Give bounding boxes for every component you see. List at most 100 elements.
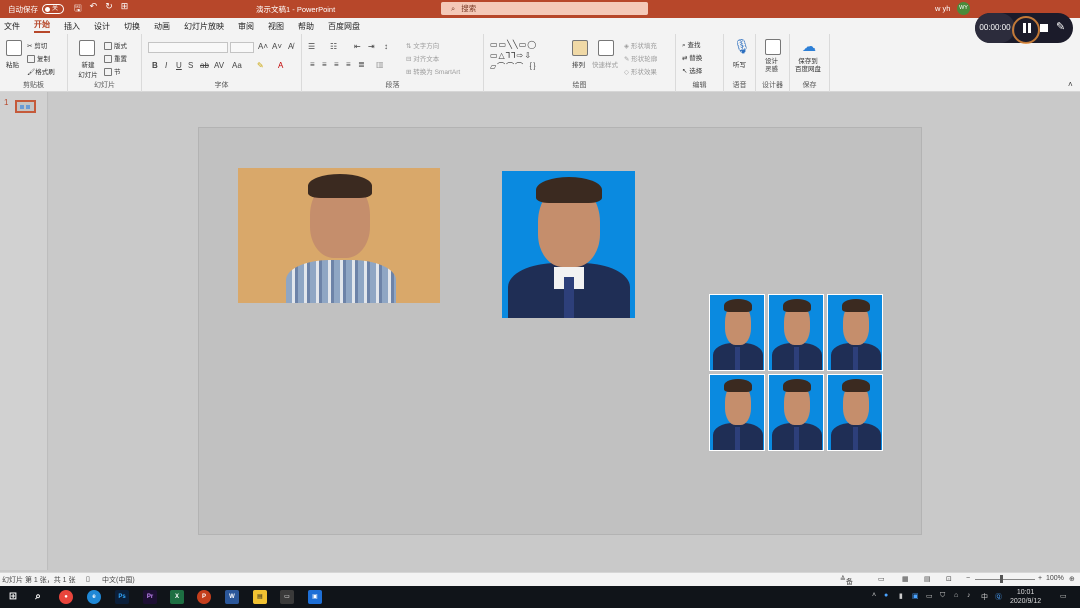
photoshop-icon[interactable]: Ps (115, 590, 129, 604)
id-photo-3[interactable] (827, 294, 883, 371)
avatar[interactable]: WY (957, 2, 970, 15)
portrait-photo-id[interactable] (502, 171, 635, 318)
underline-icon[interactable]: U (176, 61, 182, 70)
app-window-icon[interactable]: ▭ (280, 590, 294, 604)
smartart-button[interactable]: ⊞ 转换为 SmartArt (406, 66, 460, 76)
find-button[interactable]: ⌕ 查找 (682, 39, 700, 50)
app-yellow-icon[interactable]: ▤ (253, 590, 267, 604)
bold-icon[interactable]: B (152, 61, 158, 70)
char-spacing-icon[interactable]: AV (214, 61, 224, 70)
id-photo-5[interactable] (768, 374, 824, 451)
network-icon[interactable]: ⌂ (954, 592, 958, 599)
paste-button[interactable]: 粘贴 (6, 59, 19, 69)
reading-view-icon[interactable]: ▤ (924, 575, 931, 583)
decrease-font-icon[interactable]: A˅ (272, 42, 282, 51)
font-size-select[interactable] (230, 42, 254, 53)
text-direction-button[interactable]: ⇅ 文字方向 (406, 40, 439, 50)
new-slide-icon[interactable] (79, 40, 95, 56)
stop-icon[interactable] (1040, 24, 1048, 32)
align-left-icon[interactable]: ≡ (310, 60, 315, 69)
tab-animations[interactable]: 动画 (154, 21, 170, 32)
baidu-cloud-icon[interactable]: ☁ (802, 38, 816, 55)
tab-home[interactable]: 开始 (34, 19, 50, 33)
recorder-app-icon[interactable]: ▣ (308, 590, 322, 604)
tab-view[interactable]: 视图 (268, 21, 284, 32)
undo-icon[interactable]: ↶ (90, 1, 98, 17)
slideshow-view-icon[interactable]: ⊡ (946, 575, 952, 583)
notes-button[interactable]: ≙ 备注 (840, 575, 853, 596)
tab-file[interactable]: 文件 (4, 21, 20, 32)
align-right-icon[interactable]: ≡ (334, 60, 339, 69)
redo-icon[interactable]: ↻ (105, 1, 113, 17)
id-photo-grid[interactable] (709, 294, 886, 452)
clear-format-icon[interactable]: A̸ (288, 42, 293, 51)
tab-design[interactable]: 设计 (94, 21, 110, 32)
excel-icon[interactable]: X (170, 590, 184, 604)
zoom-slider-thumb[interactable] (1000, 575, 1003, 583)
decrease-indent-icon[interactable]: ⇤ (354, 42, 361, 51)
align-center-icon[interactable]: ≡ (322, 60, 327, 69)
columns-icon[interactable]: ▥ (376, 60, 384, 69)
notification-icon[interactable]: ▭ (1060, 592, 1067, 600)
font-family-select[interactable] (148, 42, 228, 53)
increase-indent-icon[interactable]: ⇥ (368, 42, 375, 51)
tray-chevron-icon[interactable]: ˄ (872, 592, 876, 599)
tray-q-icon[interactable]: Ⓠ (995, 592, 1002, 602)
normal-view-icon[interactable]: ▭ (878, 575, 885, 583)
zoom-slider[interactable] (975, 579, 1035, 580)
shadow-icon[interactable]: S (188, 61, 193, 70)
tab-baidu[interactable]: 百度网盘 (328, 21, 360, 32)
autosave-toggle[interactable]: 关 (42, 4, 64, 14)
id-photo-4[interactable] (709, 374, 765, 451)
change-case-icon[interactable]: Aa (232, 61, 242, 70)
paste-icon[interactable] (6, 40, 22, 56)
slide-sorter-icon[interactable]: ▦ (902, 575, 909, 583)
id-photo-6[interactable] (827, 374, 883, 451)
shape-fill-button[interactable]: ◈ 形状填充 (624, 40, 657, 50)
powerpoint-icon[interactable]: P (197, 590, 211, 604)
zoom-level[interactable]: 100% (1046, 575, 1064, 582)
premiere-icon[interactable]: Pr (143, 590, 157, 604)
reset-button[interactable]: 重置 (104, 53, 127, 64)
format-painter-button[interactable]: 🖌格式刷 (27, 66, 55, 76)
zoom-in-icon[interactable]: + (1038, 575, 1042, 582)
copy-button[interactable]: 复制 (27, 53, 50, 64)
microphone-tray-icon[interactable]: ▮ (899, 592, 903, 600)
collapse-ribbon-icon[interactable]: ˄ (1068, 80, 1073, 89)
font-color-icon[interactable]: A (278, 61, 283, 70)
design-ideas-button[interactable]: 设计 灵感 (765, 58, 778, 74)
battery-icon[interactable]: ▭ (926, 592, 933, 600)
id-photo-1[interactable] (709, 294, 765, 371)
new-slide-button[interactable]: 新建 幻灯片 (74, 59, 102, 79)
portrait-photo-casual[interactable] (238, 168, 440, 303)
autosave-control[interactable]: 自动保存 关 (8, 4, 64, 15)
word-icon[interactable]: W (225, 590, 239, 604)
section-button[interactable]: 节 (104, 66, 121, 77)
bullets-icon[interactable]: ☰ (308, 42, 315, 51)
quick-styles-icon[interactable] (598, 40, 614, 56)
shape-effects-button[interactable]: ◇ 形状效果 (624, 66, 657, 76)
tab-transitions[interactable]: 切换 (124, 21, 140, 32)
arrange-button[interactable]: 排列 (572, 59, 585, 69)
cut-button[interactable]: ✂ 剪切 (27, 40, 47, 50)
tab-insert[interactable]: 插入 (64, 21, 80, 32)
ime-indicator[interactable]: 中 (981, 592, 988, 602)
slide-thumbnail[interactable] (15, 100, 36, 113)
layout-button[interactable]: 版式 (104, 40, 127, 51)
select-button[interactable]: ↖ 选择 (682, 65, 702, 75)
pen-icon[interactable]: ✎ (1056, 20, 1065, 33)
language-status[interactable]: 中文(中国) (102, 575, 135, 585)
justify-icon[interactable]: ≡ (346, 60, 351, 69)
shield-icon[interactable]: ⛉ (940, 592, 945, 600)
search-icon[interactable]: ⌕ (31, 590, 45, 604)
design-ideas-icon[interactable] (765, 39, 781, 55)
replace-button[interactable]: ⇄ 替换 (682, 52, 702, 62)
save-icon[interactable]: 🖫 (74, 1, 82, 17)
shape-outline-button[interactable]: ✎ 形状轮廓 (624, 53, 657, 63)
search-input[interactable]: ⌕ 搜索 (441, 2, 648, 15)
tab-slideshow[interactable]: 幻灯片放映 (184, 21, 224, 32)
arrange-icon[interactable] (572, 40, 588, 56)
strikethrough-icon[interactable]: ab (200, 61, 209, 70)
chrome-icon[interactable]: ● (59, 590, 73, 604)
highlight-icon[interactable]: ✎ (257, 61, 264, 70)
